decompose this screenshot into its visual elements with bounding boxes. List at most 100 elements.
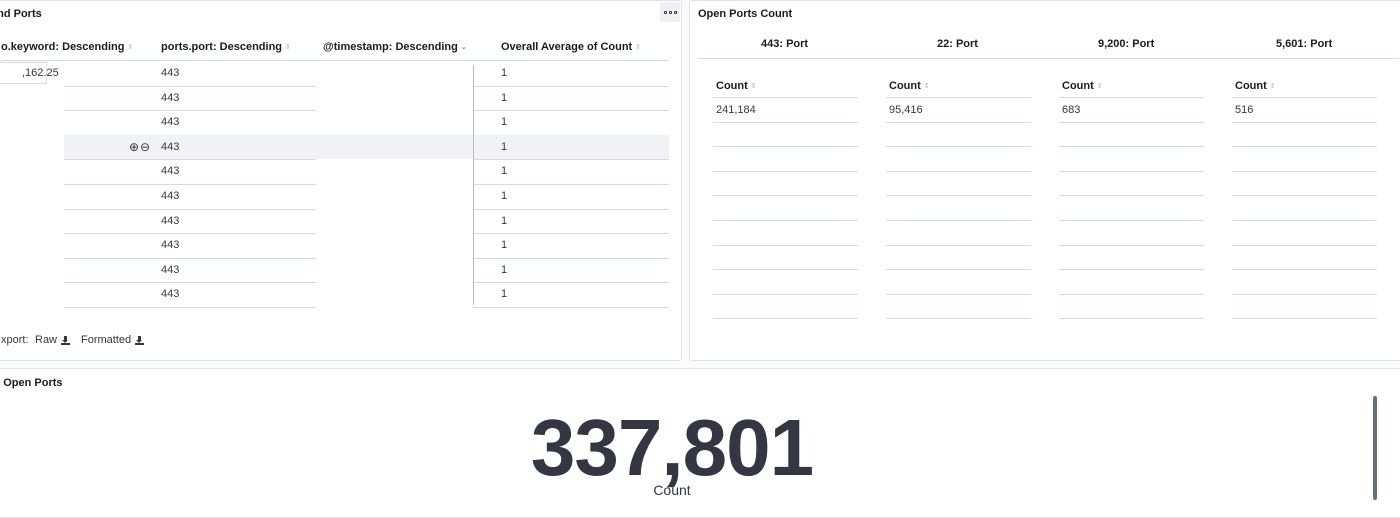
row-divider [886, 244, 1031, 246]
row-divider [1059, 318, 1204, 320]
table-row[interactable] [64, 209, 669, 234]
row-divider [713, 244, 858, 246]
port-cell: 443 [161, 91, 180, 104]
table-panel: and Ports o.keyword: Descending⇕ ports.p… [0, 0, 682, 361]
row-divider [1232, 318, 1377, 320]
row-divider [1232, 146, 1377, 148]
export-raw-button[interactable]: Raw [35, 334, 71, 346]
port-cell: 443 [161, 263, 180, 276]
count-value: 241,184 [716, 104, 756, 116]
sort-icon: ⇕ [285, 43, 291, 51]
average-cell: 1 [501, 190, 508, 202]
table-row[interactable] [64, 110, 669, 135]
count-value: 95,416 [889, 104, 923, 116]
row-divider [713, 195, 858, 197]
column-header-port[interactable]: ports.port: Descending ⇕ [161, 41, 291, 53]
row-divider [1059, 170, 1204, 172]
metric-panel: al Open Ports 337,801 Count [0, 368, 1400, 518]
row-divider [713, 170, 858, 172]
table-row[interactable] [64, 86, 669, 111]
export-formatted-button[interactable]: Formatted [81, 334, 145, 346]
row-divider [886, 195, 1031, 197]
port-cell: 443 [161, 239, 180, 252]
row-divider [1232, 121, 1377, 123]
average-cell: 1 [501, 239, 508, 252]
row-divider [1059, 146, 1204, 148]
count-column-header[interactable]: Count ⇕ [1062, 80, 1103, 92]
row-divider [1059, 121, 1204, 123]
panel-options-button[interactable] [660, 2, 680, 22]
row-divider [1232, 293, 1377, 295]
metric-value: 337,801 [530, 403, 814, 492]
panel-title: al Open Ports [0, 377, 63, 389]
average-cell: 1 [501, 91, 508, 104]
average-cell: 1 [501, 165, 508, 178]
row-divider [1232, 170, 1377, 172]
sort-icon: ⇕ [923, 82, 930, 90]
export-label: xport: [1, 334, 29, 346]
sort-icon: ⇕ [127, 43, 134, 51]
row-divider [713, 146, 858, 148]
header-divider [698, 58, 1399, 59]
average-cell: 1 [501, 140, 508, 153]
row-divider [886, 318, 1031, 320]
average-cell: 1 [501, 116, 508, 129]
row-divider [886, 170, 1031, 172]
row-divider [473, 307, 669, 308]
row-divider [1232, 269, 1377, 271]
count-column-header[interactable]: Count ⇕ [1235, 80, 1276, 92]
panel-title: Open Ports Count [698, 8, 793, 20]
port-cell: 443 [161, 67, 180, 79]
port-header-9200: 9,200: Port [1098, 38, 1155, 50]
average-cell: 1 [501, 288, 508, 301]
column-header-keyword[interactable]: o.keyword: Descending ⇕ [1, 41, 133, 53]
row-divider [1232, 244, 1377, 246]
zoom-out-icon[interactable]: ⊖ [140, 140, 150, 154]
table-row[interactable] [64, 134, 669, 160]
table-row[interactable] [64, 282, 669, 307]
port-header-22: 22: Port [937, 38, 978, 50]
download-icon [135, 335, 145, 345]
column-header-average[interactable]: Overall Average of Count ⇕ [501, 41, 641, 53]
sort-icon: ⇕ [1096, 82, 1103, 90]
average-cell: 1 [501, 214, 508, 227]
port-cell: 443 [161, 140, 180, 153]
column-divider [473, 65, 474, 305]
port-cell: 443 [161, 214, 180, 227]
count-value: 516 [1235, 104, 1254, 116]
table-row[interactable] [64, 233, 669, 258]
count-column-header[interactable]: Count ⇕ [889, 80, 930, 92]
sort-icon: ⇕ [1269, 82, 1276, 90]
metric-label: Count [653, 482, 691, 498]
scrollbar[interactable] [1373, 396, 1377, 500]
count-value: 683 [1062, 104, 1081, 116]
row-divider [1232, 97, 1377, 98]
port-cell: 443 [161, 116, 180, 129]
ports-panel: Open Ports Count 443: Port 22: Port 9,20… [689, 0, 1400, 361]
table-row[interactable] [64, 61, 669, 86]
port-cell: 443 [161, 288, 180, 301]
row-divider [713, 121, 858, 123]
row-divider [713, 269, 858, 271]
row-divider [1059, 244, 1204, 246]
panel-title: and Ports [0, 8, 42, 20]
sort-desc-icon: ⌄ [460, 43, 467, 51]
row-divider [1059, 220, 1204, 221]
row-divider [886, 146, 1031, 148]
table-row[interactable] [64, 184, 669, 209]
port-cell: 443 [161, 165, 180, 178]
row-divider [713, 318, 858, 320]
count-column-header[interactable]: Count ⇕ [716, 80, 757, 92]
sort-icon: ⇕ [750, 82, 757, 90]
row-divider [713, 97, 858, 98]
ip-value: ,162.25 [22, 67, 59, 79]
row-divider [713, 293, 858, 295]
column-header-timestamp[interactable]: @timestamp: Descending ⌄ [323, 41, 467, 53]
table-row[interactable] [64, 258, 669, 283]
row-divider [1232, 220, 1377, 221]
row-divider [1059, 195, 1204, 197]
row-divider [1232, 195, 1377, 197]
zoom-in-icon[interactable]: ⊕ [129, 140, 139, 154]
table-row[interactable] [64, 159, 669, 184]
row-divider [1059, 293, 1204, 295]
